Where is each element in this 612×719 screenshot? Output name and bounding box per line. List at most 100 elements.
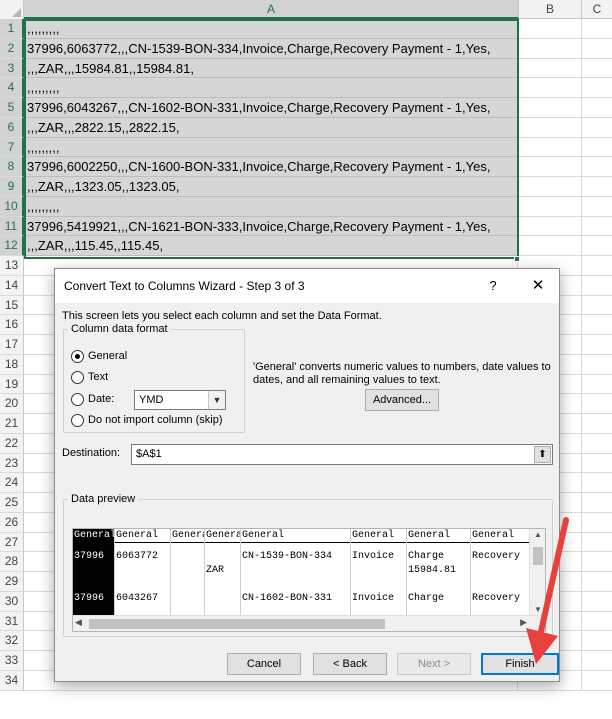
row-header[interactable]: 5	[0, 98, 24, 118]
row-header[interactable]: 14	[0, 275, 24, 296]
cell-c[interactable]	[582, 513, 612, 533]
next-button[interactable]: Next >	[397, 653, 471, 675]
radio-general[interactable]: General	[71, 348, 127, 364]
cell-c[interactable]	[582, 592, 612, 612]
cell-a[interactable]: ,,,ZAR,,,15984.81,,15984.81,	[24, 58, 518, 79]
cell-b[interactable]	[518, 98, 582, 118]
cell-c[interactable]	[582, 651, 612, 671]
row-header[interactable]: 21	[0, 414, 24, 434]
cell-a[interactable]: 37996,5419921,,,CN-1621-BON-333,Invoice,…	[24, 216, 518, 237]
scroll-down-icon[interactable]: ▼	[530, 605, 545, 614]
column-header-a[interactable]: A	[24, 0, 519, 19]
cell-c[interactable]	[582, 572, 612, 592]
row-header[interactable]: 8	[0, 157, 24, 177]
cell-a[interactable]: ,,,ZAR,,,115.45,,115.45,	[24, 236, 518, 256]
cell-c[interactable]	[582, 552, 612, 572]
row-header[interactable]: 4	[0, 78, 24, 98]
preview-column-header[interactable]: General	[241, 529, 350, 543]
date-format-select[interactable]: YMD ▼	[134, 390, 226, 410]
data-preview-area[interactable]: General 37996 37996 General 6063772 6043267 Ge…	[72, 528, 546, 632]
cell-c[interactable]	[582, 59, 612, 79]
cell-c[interactable]	[582, 177, 612, 197]
cell-c[interactable]	[582, 335, 612, 355]
preview-column[interactable]: General Charge 15984.81 Charge	[407, 529, 471, 615]
row-header[interactable]: 24	[0, 473, 24, 493]
row-header[interactable]: 27	[0, 532, 24, 553]
cell-c[interactable]	[582, 434, 612, 454]
collapse-dialog-icon[interactable]: ⬆	[534, 446, 551, 463]
cell-b[interactable]	[518, 177, 582, 197]
radio-text-icon[interactable]	[71, 370, 84, 384]
row-header[interactable]: 25	[0, 493, 24, 513]
cell-c[interactable]	[582, 355, 612, 375]
radio-text[interactable]: Text	[71, 369, 108, 385]
row-header[interactable]: 1	[0, 19, 24, 39]
cell-c[interactable]	[582, 612, 612, 632]
row-header[interactable]: 6	[0, 117, 24, 138]
cell-a[interactable]: ,,,,,,,,,	[24, 137, 518, 158]
row-header[interactable]: 19	[0, 374, 24, 395]
scroll-up-icon[interactable]: ▲	[530, 530, 545, 539]
cell-b[interactable]	[518, 236, 582, 256]
row-header[interactable]: 17	[0, 335, 24, 355]
cell-c[interactable]	[582, 394, 612, 414]
cell-b[interactable]	[518, 78, 582, 98]
preview-column[interactable]: General ZAR	[205, 529, 241, 615]
radio-date[interactable]: Date:	[71, 391, 114, 407]
cancel-button[interactable]: Cancel	[227, 653, 301, 675]
cell-c[interactable]	[582, 256, 612, 276]
preview-column[interactable]: General	[171, 529, 205, 615]
row-header[interactable]: 9	[0, 177, 24, 197]
cell-c[interactable]	[582, 138, 612, 158]
row-header[interactable]: 32	[0, 631, 24, 651]
cell-b[interactable]	[518, 58, 582, 79]
scroll-left-icon[interactable]: ◀	[75, 617, 82, 628]
cell-a[interactable]: 37996,6063772,,,CN-1539-BON-334,Invoice,…	[24, 38, 518, 59]
cell-a[interactable]: ,,,,,,,,,	[24, 196, 518, 217]
cell-a[interactable]: ,,,ZAR,,,1323.05,,1323.05,	[24, 177, 518, 197]
cell-b[interactable]	[518, 117, 582, 138]
preview-column-header[interactable]: General	[115, 529, 170, 543]
cell-c[interactable]	[582, 375, 612, 395]
row-header[interactable]: 3	[0, 58, 24, 79]
back-button[interactable]: < Back	[313, 653, 387, 675]
preview-column[interactable]: General 37996 37996	[73, 529, 115, 615]
preview-column-header[interactable]: General	[471, 529, 530, 543]
row-header[interactable]: 18	[0, 354, 24, 375]
data-preview-table[interactable]: General 37996 37996 General 6063772 6043267 Ge…	[73, 529, 531, 615]
preview-column-header[interactable]: General	[73, 529, 114, 543]
cell-c[interactable]	[582, 414, 612, 434]
cell-c[interactable]	[582, 19, 612, 39]
cell-b[interactable]	[518, 19, 582, 39]
row-header[interactable]: 33	[0, 651, 24, 671]
preview-vertical-scrollbar[interactable]: ▲ ▼	[529, 529, 545, 615]
cell-c[interactable]	[582, 296, 612, 316]
preview-column-header[interactable]: General	[351, 529, 406, 543]
row-header[interactable]: 22	[0, 433, 24, 454]
cell-b[interactable]	[518, 157, 582, 177]
preview-vertical-thumb[interactable]	[533, 547, 543, 565]
fill-handle[interactable]	[514, 256, 520, 262]
advanced-button[interactable]: Advanced...	[365, 389, 439, 411]
preview-column-header[interactable]: General	[205, 529, 240, 543]
cell-b[interactable]	[518, 137, 582, 158]
row-header[interactable]: 23	[0, 453, 24, 474]
row-header[interactable]: 20	[0, 394, 24, 414]
cell-c[interactable]	[582, 631, 612, 651]
row-header[interactable]: 16	[0, 315, 24, 335]
cell-c[interactable]	[582, 236, 612, 256]
cell-c[interactable]	[582, 671, 612, 691]
close-icon[interactable]: ✕	[527, 276, 549, 296]
radio-date-icon[interactable]	[71, 392, 84, 406]
cell-a[interactable]: 37996,6043267,,,CN-1602-BON-331,Invoice,…	[24, 98, 518, 118]
radio-general-icon[interactable]	[71, 349, 84, 363]
help-button[interactable]: ?	[483, 276, 503, 296]
preview-column-header[interactable]: General	[407, 529, 470, 543]
cell-c[interactable]	[582, 315, 612, 335]
cell-a[interactable]: ,,,,,,,,,	[24, 78, 518, 98]
row-header[interactable]: 30	[0, 591, 24, 612]
cell-c[interactable]	[582, 157, 612, 177]
cell-c[interactable]	[582, 197, 612, 217]
cell-c[interactable]	[582, 473, 612, 493]
finish-button[interactable]: Finish	[481, 653, 559, 675]
